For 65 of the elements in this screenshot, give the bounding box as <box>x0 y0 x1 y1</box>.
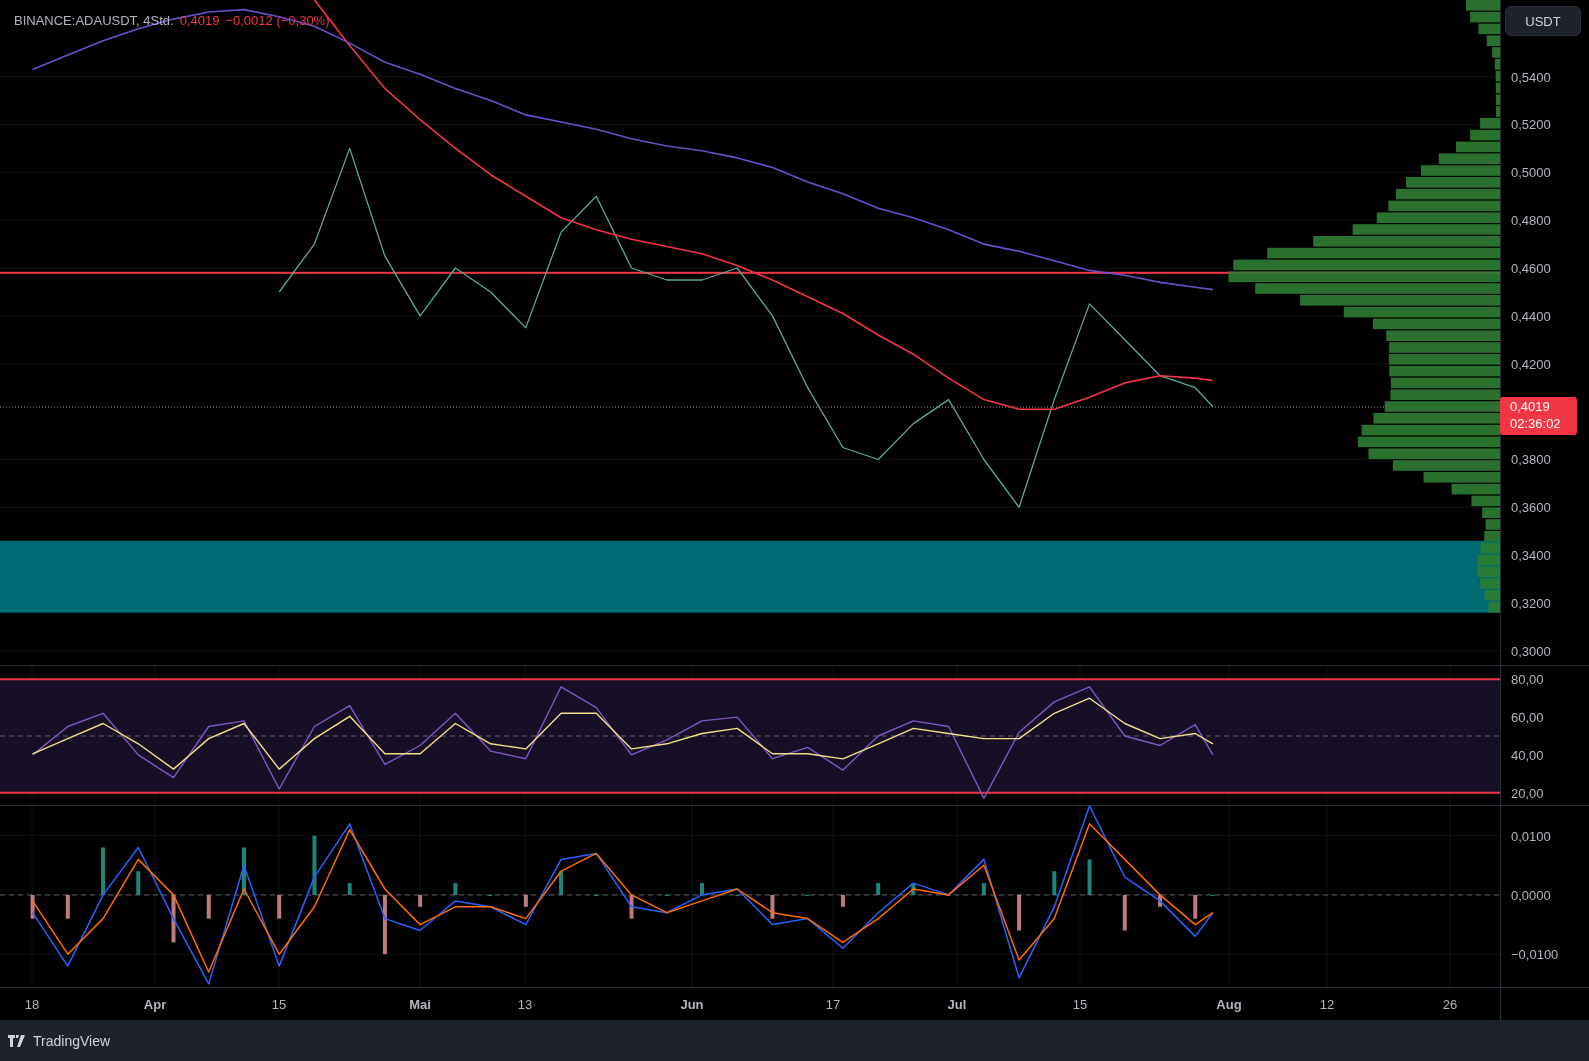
histogram-bar <box>418 894 423 907</box>
price-axis-label: 0,3600 <box>1511 500 1551 516</box>
histogram-bar <box>136 871 141 895</box>
price-axis-label: 80,00 <box>1511 672 1544 688</box>
time-axis-label: 26 <box>1442 997 1458 1012</box>
currency-button[interactable]: USDT <box>1505 6 1581 36</box>
histogram-bar <box>30 894 35 919</box>
price-axis-label: 40,00 <box>1511 747 1544 763</box>
time-axis-label: Apr <box>143 997 167 1012</box>
price-axis-label: 0,5400 <box>1511 69 1551 85</box>
time-axis-label: 15 <box>1072 997 1088 1012</box>
histogram-bar <box>1017 894 1022 931</box>
last-price: 0,4019 <box>179 13 220 28</box>
histogram-bar <box>1193 894 1198 919</box>
time-axis-label: 13 <box>517 997 533 1012</box>
time-axis-label: Mai <box>409 997 431 1012</box>
price-axis-label: 0,0000 <box>1511 887 1551 903</box>
price-axis-label: 0,4800 <box>1511 213 1551 229</box>
histogram-bar <box>382 894 387 955</box>
histogram-bar <box>629 894 634 919</box>
price-axis-label: 0,0100 <box>1511 828 1551 844</box>
histogram-bar <box>1087 859 1092 895</box>
histogram-bar <box>700 883 704 895</box>
last-price-value: 0,4019 <box>1510 399 1550 415</box>
logo-icon <box>8 1034 28 1047</box>
histogram-bar <box>981 883 986 895</box>
histogram-bar <box>312 835 317 895</box>
price-axis-label: 0,3200 <box>1511 596 1551 612</box>
time-axis-label: Aug <box>1216 997 1242 1012</box>
time-axis-label: 15 <box>271 997 287 1012</box>
price-axis-label: 0,3000 <box>1511 643 1551 659</box>
histogram-bar <box>206 894 211 919</box>
histogram-bar <box>171 894 176 943</box>
histogram-bar <box>911 883 916 895</box>
histogram-bar <box>523 894 528 907</box>
time-axis-label: Jul <box>947 997 967 1012</box>
price-axis-label: 0,3800 <box>1511 452 1551 468</box>
histogram-bar <box>101 847 106 895</box>
histogram-bar <box>559 871 564 895</box>
price-axis-label: 0,4200 <box>1511 356 1551 372</box>
histogram-bar <box>1122 894 1127 931</box>
histogram-bar <box>242 847 246 895</box>
histogram-bar <box>876 883 881 895</box>
time-axis-label: Jun <box>680 997 704 1012</box>
time-axis-label: 17 <box>825 997 841 1012</box>
brand-name: TradingView <box>33 1032 111 1049</box>
price-axis-label: 0,4600 <box>1511 261 1551 277</box>
time-axis-label: 12 <box>1319 997 1335 1012</box>
price-axis-label: 0,5200 <box>1511 117 1551 133</box>
histogram-bar <box>65 894 70 919</box>
price-axis-label: −0,0100 <box>1511 947 1559 963</box>
histogram-bar <box>770 894 775 919</box>
price-axis-label: 20,00 <box>1511 785 1544 801</box>
histogram-bar <box>277 894 282 919</box>
price-axis-label: 0,3400 <box>1511 548 1551 564</box>
histogram-bar <box>1158 894 1162 907</box>
histogram-bar <box>347 883 352 895</box>
price-axis-label: 0,4400 <box>1511 308 1551 324</box>
histogram-bar <box>1052 871 1057 895</box>
histogram-bar <box>840 894 845 907</box>
price-axis-label: 0,5000 <box>1511 165 1551 181</box>
countdown-timer: 02:36:02 <box>1510 416 1561 432</box>
histogram-bar <box>453 883 458 895</box>
price-axis-label: 60,00 <box>1511 710 1544 726</box>
time-axis-label: 18 <box>24 997 40 1012</box>
